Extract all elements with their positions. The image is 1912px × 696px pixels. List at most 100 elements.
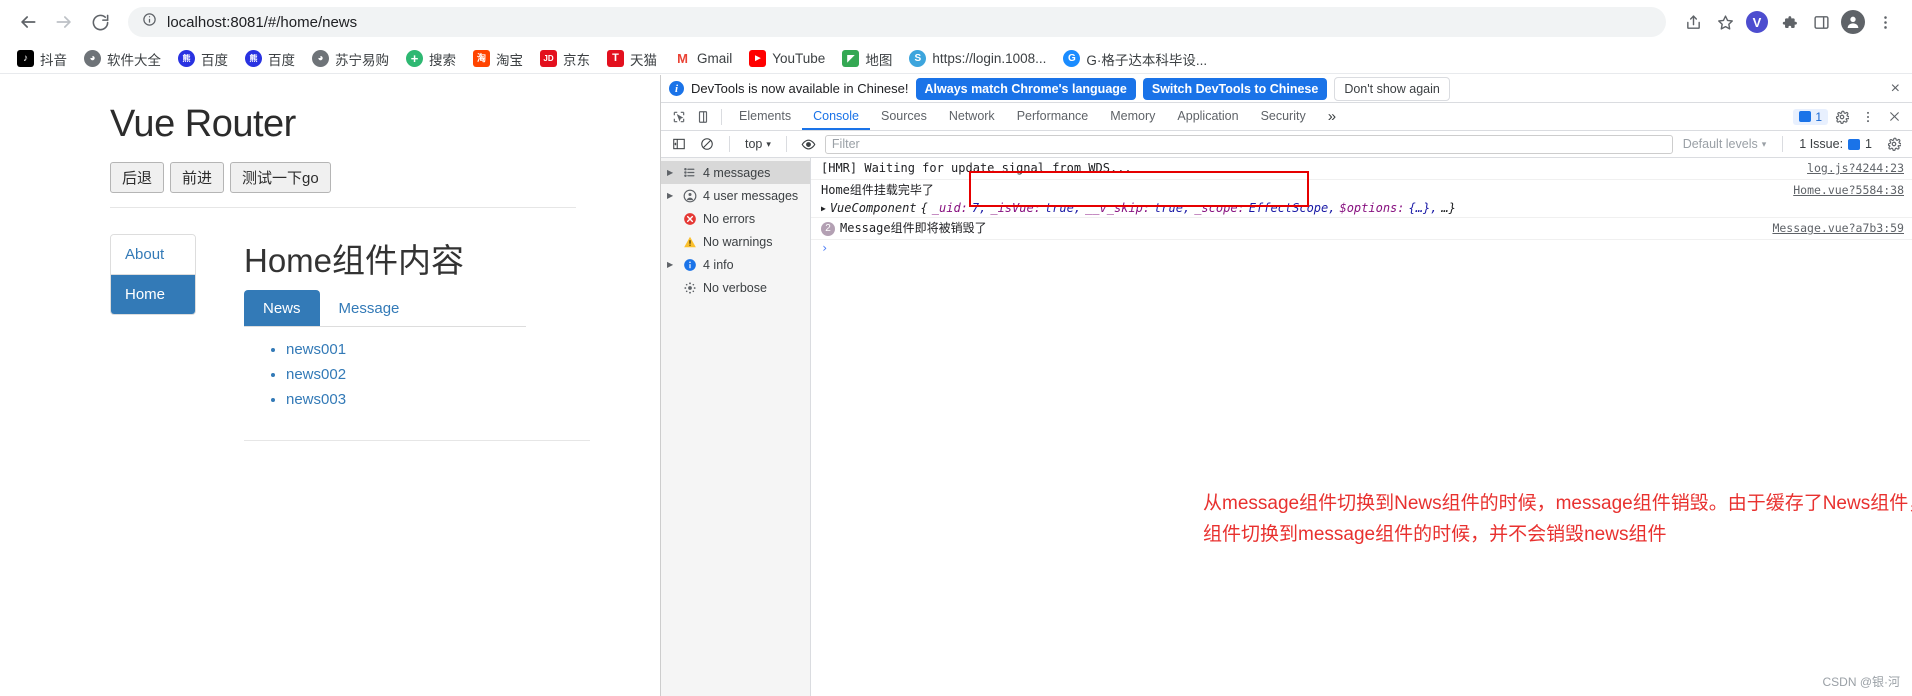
bookmark-item[interactable]: 熊 百度 (238, 46, 302, 72)
site-info-icon[interactable] (142, 12, 157, 32)
divider (729, 136, 730, 152)
console-log-row-highlighted[interactable]: 2 Message组件即将被销毁了 Message.vue?a7b3:59 (811, 218, 1912, 240)
console-settings-gear-icon[interactable] (1882, 132, 1906, 156)
tab-performance[interactable]: Performance (1006, 103, 1100, 130)
console-log-object[interactable]: ▶ VueComponent { _uid: 7, _isVue: true, … (811, 201, 1912, 218)
omnibox-right-icons: V (1678, 7, 1900, 37)
notice-text: DevTools is now available in Chinese! (691, 81, 909, 96)
route-nav-list: About Home (110, 234, 196, 315)
bookmark-item[interactable]: ◕ 软件大全 (77, 46, 168, 72)
url-text: localhost:8081/#/home/news (167, 13, 358, 31)
tab-sources[interactable]: Sources (870, 103, 938, 130)
expand-arrow-icon[interactable]: ▶ (667, 260, 676, 269)
side-panel-icon[interactable] (1806, 7, 1836, 37)
levels-label: Default levels (1682, 137, 1758, 151)
console-prompt[interactable]: › (811, 240, 1912, 256)
switch-to-chinese-button[interactable]: Switch DevTools to Chinese (1142, 77, 1328, 100)
tab-security[interactable]: Security (1250, 103, 1317, 130)
log-source-link[interactable]: log.js?4244:23 (1807, 160, 1904, 177)
inspect-element-icon[interactable] (667, 105, 691, 129)
sidebar-item-about[interactable]: About (111, 235, 195, 275)
bookmark-star-icon[interactable] (1710, 7, 1740, 37)
tab-application[interactable]: Application (1166, 103, 1249, 130)
tabs-overflow-icon[interactable]: » (1317, 103, 1347, 130)
filter-input[interactable]: Filter (824, 134, 1673, 154)
bookmark-label: https://login.1008... (932, 51, 1047, 66)
bookmark-item[interactable]: S https://login.1008... (902, 47, 1053, 70)
address-bar[interactable]: localhost:8081/#/home/news (128, 7, 1666, 37)
expand-arrow-icon[interactable]: ▶ (667, 191, 676, 200)
device-toolbar-icon[interactable] (691, 105, 715, 129)
bookmark-item[interactable]: G G·格子达本科毕设... (1056, 46, 1214, 72)
object-value: EffectScope, (1248, 201, 1336, 215)
bookmark-item[interactable]: ◤ 地图 (835, 46, 899, 72)
forward-button[interactable]: 前进 (170, 162, 225, 193)
reload-icon[interactable] (84, 6, 116, 38)
more-menu-icon[interactable] (1870, 7, 1900, 37)
close-devtools-icon[interactable] (1882, 105, 1906, 129)
share-icon[interactable] (1678, 7, 1708, 37)
list-item[interactable]: news003 (286, 387, 590, 412)
live-expression-eye-icon[interactable] (797, 132, 821, 156)
tab-memory[interactable]: Memory (1099, 103, 1166, 130)
test-go-button[interactable]: 测试一下go (230, 162, 331, 193)
back-button[interactable]: 后退 (110, 162, 165, 193)
back-arrow-icon[interactable] (12, 6, 44, 38)
gear-icon[interactable] (1830, 105, 1854, 129)
tab-console[interactable]: Console (802, 103, 870, 130)
close-icon[interactable]: × (1891, 80, 1904, 98)
message-count-badge[interactable]: 1 (1793, 108, 1828, 125)
bookmark-label: G·格子达本科毕设... (1086, 52, 1208, 68)
tab-news[interactable]: News (244, 290, 320, 326)
devtools-panel: i DevTools is now available in Chinese! … (660, 75, 1912, 696)
profile-v-avatar[interactable]: V (1742, 7, 1772, 37)
execution-context-selector[interactable]: top ▾ (740, 137, 776, 151)
bookmark-item[interactable]: 熊 百度 (171, 46, 235, 72)
dont-show-again-button[interactable]: Don't show again (1334, 76, 1450, 101)
always-match-language-button[interactable]: Always match Chrome's language (915, 77, 1136, 100)
sidebar-item-user-messages[interactable]: ▶ 4 user messages (661, 184, 810, 207)
console-sidebar-toggle-icon[interactable] (667, 132, 691, 156)
bookmarks-bar: ♪ 抖音 ◕ 软件大全 熊 百度 熊 百度 ◕ 苏宁易购 + 搜索 淘 淘宝 J… (0, 44, 1912, 74)
tab-elements[interactable]: Elements (728, 103, 802, 130)
content-heading: Home组件内容 (244, 242, 465, 279)
expand-arrow-icon[interactable]: ▶ (821, 204, 826, 213)
bookmark-item[interactable]: M Gmail (667, 47, 739, 70)
log-source-link[interactable]: Message.vue?a7b3:59 (1772, 220, 1904, 237)
tab-network[interactable]: Network (938, 103, 1006, 130)
divider (785, 136, 787, 152)
bookmark-item[interactable]: + 搜索 (399, 46, 463, 72)
account-icon[interactable] (1838, 7, 1868, 37)
extensions-puzzle-icon[interactable] (1774, 7, 1804, 37)
expand-arrow-icon[interactable]: ▶ (667, 168, 676, 177)
bookmark-item[interactable]: JD 京东 (533, 46, 597, 72)
list-item[interactable]: news002 (286, 362, 590, 387)
list-item[interactable]: news001 (286, 337, 590, 362)
clear-console-icon[interactable] (695, 132, 719, 156)
forward-arrow-icon[interactable] (48, 6, 80, 38)
log-source-link[interactable]: Home.vue?5584:38 (1793, 182, 1904, 199)
bookmark-item[interactable]: T 天猫 (600, 46, 664, 72)
more-vertical-icon[interactable] (1856, 105, 1880, 129)
baidu-icon: 熊 (245, 50, 262, 67)
sidebar-item-warnings[interactable]: No warnings (661, 230, 810, 253)
devtools-tabbar-actions: 1 (1793, 105, 1906, 129)
bookmark-item[interactable]: ♪ 抖音 (10, 46, 74, 72)
gmail-icon: M (674, 50, 691, 67)
sidebar-item-verbose[interactable]: No verbose (661, 276, 810, 299)
bookmark-item[interactable]: 淘 淘宝 (466, 46, 530, 72)
console-log-row[interactable]: Home组件挂载完毕了 Home.vue?5584:38 (811, 180, 1912, 201)
issues-button[interactable]: 1 Issue: 1 (1793, 137, 1878, 151)
sidebar-item-home[interactable]: Home (111, 275, 195, 314)
tab-message[interactable]: Message (320, 290, 419, 326)
log-levels-selector[interactable]: Default levels ▾ (1677, 137, 1773, 151)
error-icon (682, 211, 697, 226)
bookmark-item[interactable]: ◕ 苏宁易购 (305, 46, 396, 72)
console-log-row[interactable]: [HMR] Waiting for update signal from WDS… (811, 158, 1912, 180)
sidebar-item-errors[interactable]: No errors (661, 207, 810, 230)
sidebar-item-info[interactable]: ▶ 4 info (661, 253, 810, 276)
douyin-icon: ♪ (17, 50, 34, 67)
bookmark-item[interactable]: ▶ YouTube (742, 47, 832, 70)
sidebar-item-messages[interactable]: ▶ 4 messages (661, 161, 810, 184)
bookmark-label: YouTube (772, 51, 826, 66)
